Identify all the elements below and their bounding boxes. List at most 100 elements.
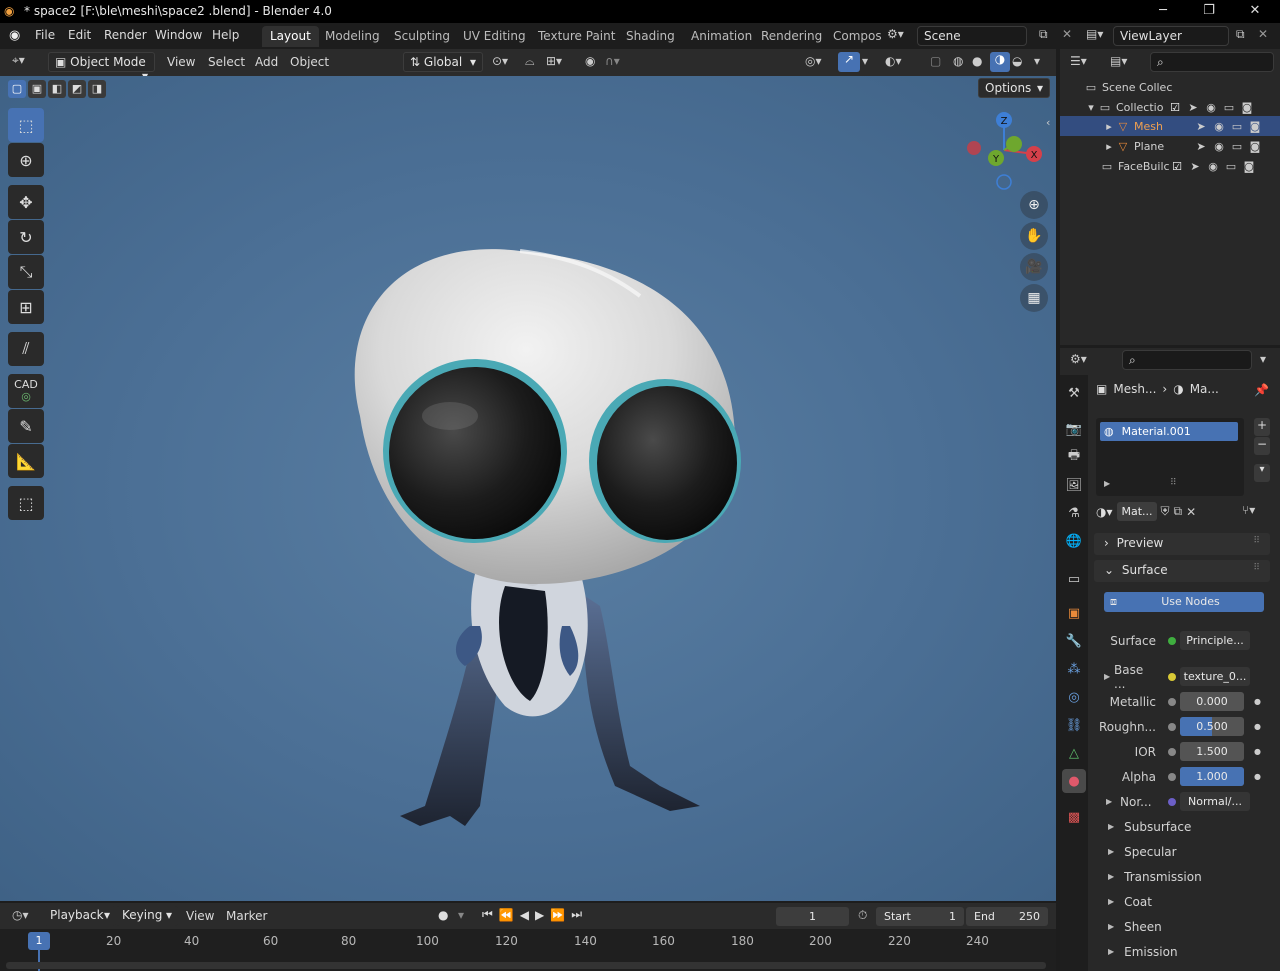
timeline-editor-type-icon[interactable]: ◷▾ <box>12 908 29 922</box>
material-slot-item[interactable]: ◍ Material.001 <box>1100 422 1238 441</box>
texture-tab-icon[interactable]: ▩ <box>1062 805 1086 829</box>
camera-icon[interactable]: ◙ <box>1248 120 1262 133</box>
checkbox-icon[interactable]: ☑ <box>1170 160 1184 173</box>
alpha-field[interactable]: 1.000 <box>1180 767 1244 786</box>
eye-icon[interactable]: ◉ <box>1212 120 1226 133</box>
keyframe-dot-icon[interactable]: ● <box>1254 722 1261 731</box>
timeline-scrollbar[interactable] <box>6 962 1046 969</box>
pan-hand-icon[interactable]: ✋ <box>1020 222 1048 250</box>
expand-arrow-icon[interactable]: ▶ <box>1106 797 1116 806</box>
camera-icon[interactable]: ◙ <box>1248 140 1262 153</box>
editor-type-icon[interactable]: ⌖▾ <box>12 53 25 68</box>
subpanel-coat[interactable]: ▶ Coat <box>1108 889 1268 914</box>
camera-view-icon[interactable]: 🎥 <box>1020 253 1048 281</box>
node-tree-icon[interactable]: ⑂▾ <box>1242 503 1255 517</box>
menu-file[interactable]: File <box>35 28 55 42</box>
preview-range-icon[interactable]: ⏱ <box>858 908 867 923</box>
select-subtract-icon[interactable]: ◧ <box>48 80 66 98</box>
cad-tool-icon[interactable]: CAD ◎ <box>8 374 44 408</box>
drag-handle-icon[interactable]: ⠿ <box>1253 536 1260 546</box>
options-dropdown[interactable]: Options ▾ <box>978 78 1050 98</box>
subpanel-sheen[interactable]: ▶ Sheen <box>1108 914 1268 939</box>
alien-model-render[interactable] <box>330 166 760 836</box>
viewport-menu-add[interactable]: Add <box>255 55 278 69</box>
new-scene-icon[interactable]: ⧉ <box>1039 27 1048 42</box>
eye-icon[interactable]: ◉ <box>1204 101 1218 114</box>
select-arrow-icon[interactable]: ➤ <box>1194 120 1208 133</box>
material-browse-icon[interactable]: ◑▾ <box>1096 505 1113 519</box>
tab-compositing[interactable]: Compos <box>825 26 890 47</box>
orientation-dropdown[interactable]: ⇅ Global ▾ <box>403 52 483 72</box>
select-box-tool-icon[interactable]: ⬚ <box>8 108 44 142</box>
outliner-row-mesh[interactable]: ▸ ▽ Mesh ➤ ◉ ▭ ◙ <box>1060 116 1280 136</box>
new-viewlayer-icon[interactable]: ⧉ <box>1236 27 1245 42</box>
tab-sculpting[interactable]: Sculpting <box>386 26 458 47</box>
auto-keying-icon[interactable]: ● <box>438 908 448 922</box>
tab-texture-paint[interactable]: Texture Paint <box>530 26 623 47</box>
playback-menu[interactable]: Playback ▾ <box>44 906 116 926</box>
timeline-ruler[interactable]: 1 20 40 60 80 100 120 140 160 180 200 22… <box>0 929 1056 971</box>
world-tab-icon[interactable]: 🌐 <box>1062 529 1086 553</box>
gizmo-dropdown-icon[interactable]: ▾ <box>862 54 868 68</box>
timeline-menu-marker[interactable]: Marker <box>226 909 267 923</box>
measure-tool-icon[interactable]: 📐 <box>8 444 44 478</box>
menu-render[interactable]: Render <box>104 28 147 42</box>
tab-layout[interactable]: Layout <box>262 26 319 47</box>
duplicate-material-icon[interactable]: ⧉ <box>1174 504 1183 519</box>
drag-handle-icon[interactable]: ⠿ <box>1253 563 1260 573</box>
outliner-search-input[interactable]: ⌕ <box>1150 52 1274 72</box>
maximize-button[interactable]: ❐ <box>1186 0 1232 23</box>
subpanel-transmission[interactable]: ▶ Transmission <box>1108 864 1268 889</box>
select-new-icon[interactable]: ▢ <box>8 80 26 98</box>
tab-shading[interactable]: Shading <box>618 26 683 47</box>
gizmo-toggle-icon[interactable]: ↗ <box>838 52 860 72</box>
output-tab-icon[interactable]: 🖶 <box>1062 445 1086 469</box>
expand-arrow-icon[interactable]: ▶ <box>1104 672 1114 681</box>
select-extend-icon[interactable]: ▣ <box>28 80 46 98</box>
collection-tab-icon[interactable]: ▭ <box>1062 567 1086 591</box>
vector-socket-icon[interactable] <box>1168 797 1176 806</box>
eye-icon[interactable]: ◉ <box>1212 140 1226 153</box>
menu-edit[interactable]: Edit <box>68 28 91 42</box>
solid-shading-icon[interactable]: ● <box>972 54 982 68</box>
snap-icon[interactable]: ⌓ <box>525 54 535 69</box>
tool-tab-icon[interactable]: ⚒ <box>1062 381 1086 405</box>
scene-tab-icon[interactable]: ⚗ <box>1062 501 1086 525</box>
monitor-icon[interactable]: ▭ <box>1230 140 1244 153</box>
data-tab-icon[interactable]: △ <box>1062 741 1086 765</box>
panel-surface[interactable]: ⌄ Surface ⠿ <box>1094 560 1270 582</box>
playhead-marker[interactable]: 1 <box>28 932 50 950</box>
select-arrow-icon[interactable]: ➤ <box>1194 140 1208 153</box>
keying-set-icon[interactable]: ▾ <box>458 908 464 922</box>
current-frame-field[interactable]: 1 <box>776 907 849 926</box>
transform-tool-icon[interactable]: ⊞ <box>8 290 44 324</box>
minimize-button[interactable]: ─ <box>1140 0 1186 23</box>
proportional-edit-icon[interactable]: ◉ <box>585 54 595 68</box>
color-socket-icon[interactable] <box>1168 672 1176 681</box>
cursor-tool-icon[interactable]: ⊕ <box>8 143 44 177</box>
overlays-icon[interactable]: ◐▾ <box>885 54 902 68</box>
slot-specials-button[interactable]: ▾ <box>1254 464 1270 482</box>
properties-search-input[interactable]: ⌕ <box>1122 350 1252 370</box>
play-reverse-icon[interactable]: ◀ <box>520 908 529 922</box>
select-arrow-icon[interactable]: ➤ <box>1188 160 1202 173</box>
delete-viewlayer-icon[interactable]: ✕ <box>1258 27 1268 41</box>
camera-icon[interactable]: ◙ <box>1242 160 1256 173</box>
base-color-field[interactable]: texture_0... <box>1180 667 1250 686</box>
metallic-field[interactable]: 0.000 <box>1180 692 1244 711</box>
pivot-point-icon[interactable]: ⊙▾ <box>492 54 508 68</box>
outliner-row-plane[interactable]: ▸ ▽ Plane ➤ ◉ ▭ ◙ <box>1060 136 1280 156</box>
fake-user-icon[interactable]: ⛨ <box>1161 504 1170 519</box>
subpanel-specular[interactable]: ▶ Specular <box>1108 839 1268 864</box>
viewport-menu-view[interactable]: View <box>167 55 195 69</box>
mode-dropdown[interactable]: ▣ Object Mode ▾ <box>48 52 155 83</box>
expand-arrow-icon[interactable]: ▶ <box>1104 479 1110 488</box>
select-arrow-icon[interactable]: ➤ <box>1186 101 1200 114</box>
keyframe-dot-icon[interactable]: ● <box>1254 697 1261 706</box>
keying-menu[interactable]: Keying ▾ <box>116 906 178 926</box>
remove-slot-button[interactable]: − <box>1254 437 1270 455</box>
jump-end-icon[interactable]: ⏭ <box>571 907 582 922</box>
physics-tab-icon[interactable]: ◎ <box>1062 685 1086 709</box>
expand-arrow-icon[interactable]: ▸ <box>1102 140 1116 153</box>
value-socket-icon[interactable] <box>1168 747 1176 756</box>
